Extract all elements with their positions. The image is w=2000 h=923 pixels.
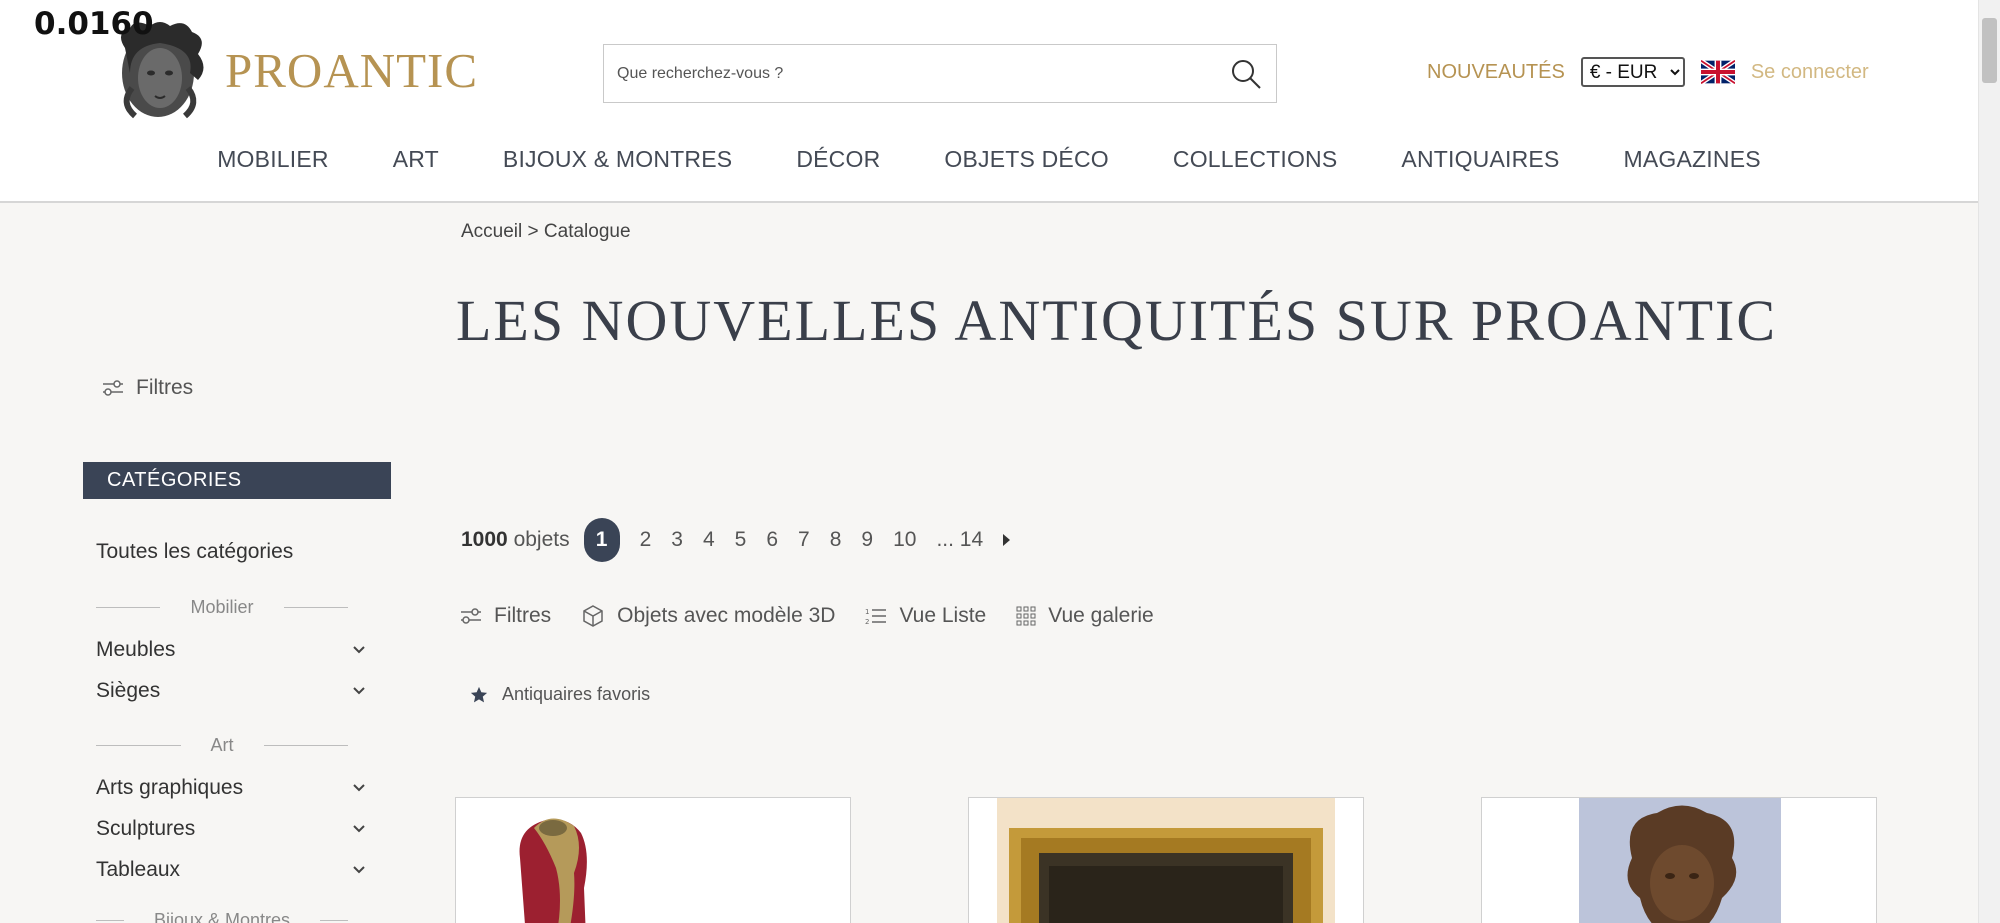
- page-link[interactable]: 9: [861, 528, 873, 552]
- scrollbar-thumb[interactable]: [1982, 18, 1997, 83]
- product-card[interactable]: [455, 797, 851, 923]
- favorite-dealers-label: Antiquaires favoris: [502, 684, 651, 704]
- category-group-label: Mobilier: [190, 597, 254, 617]
- nav-item-objets-deco[interactable]: OBJETS DÉCO: [912, 146, 1141, 173]
- category-label: Tableaux: [96, 858, 181, 881]
- all-categories-link[interactable]: Toutes les catégories: [96, 540, 293, 564]
- header-actions: NOUVEAUTÉS € - EUR Se connecter: [1427, 57, 1869, 87]
- page-link[interactable]: 5: [735, 528, 747, 552]
- product-card[interactable]: [1481, 797, 1877, 923]
- chevron-down-icon[interactable]: [352, 783, 366, 793]
- category-group-bijoux: Bijoux & Montres: [96, 910, 348, 923]
- category-sculptures[interactable]: Sculptures: [96, 817, 366, 841]
- page-link[interactable]: 3: [671, 528, 683, 552]
- toolbar-list-view-button[interactable]: 1 2 Vue Liste: [865, 604, 986, 628]
- nav-item-collections[interactable]: COLLECTIONS: [1141, 146, 1370, 173]
- pagination: 1000 objets 1 2 3 4 5 6 7 8 9 10 ... 14: [461, 518, 1011, 562]
- search-icon[interactable]: [1216, 45, 1276, 102]
- page-link[interactable]: 8: [830, 528, 842, 552]
- login-link[interactable]: Se connecter: [1751, 61, 1869, 84]
- product-card[interactable]: [968, 797, 1364, 923]
- chevron-down-icon[interactable]: [352, 686, 366, 696]
- category-arts-graphiques[interactable]: Arts graphiques: [96, 776, 366, 800]
- object-count-label: objets: [513, 528, 570, 551]
- page-1-current[interactable]: 1: [583, 518, 620, 562]
- category-group-art: Art: [96, 735, 349, 756]
- page-link[interactable]: 7: [798, 528, 810, 552]
- toolbar-list-view-label: Vue Liste: [899, 604, 987, 627]
- nav-item-magazines[interactable]: MAGAZINES: [1592, 146, 1793, 173]
- product-image: [997, 798, 1335, 923]
- svg-text:1: 1: [865, 608, 869, 616]
- nav-item-art[interactable]: ART: [361, 146, 471, 173]
- list-view-icon: 1 2: [865, 608, 887, 626]
- nav-item-decor[interactable]: DÉCOR: [764, 146, 912, 173]
- category-label: Sièges: [96, 679, 161, 702]
- nouveautes-link[interactable]: NOUVEAUTÉS: [1427, 61, 1565, 84]
- category-label: Arts graphiques: [96, 776, 244, 799]
- page-title: LES NOUVELLES ANTIQUITÉS SUR PROANTIC: [456, 288, 1777, 353]
- site-header: PROANTIC NOUVEAUTÉS € - EUR Se connecter…: [0, 0, 1978, 203]
- category-group-label: Art: [210, 735, 234, 755]
- product-image: [1579, 798, 1781, 923]
- category-group-label: Bijoux & Montres: [153, 910, 291, 923]
- page-link[interactable]: 10: [893, 528, 916, 552]
- currency-select[interactable]: € - EUR: [1580, 57, 1685, 87]
- category-group-mobilier: Mobilier: [96, 597, 348, 618]
- categories-header: CATÉGORIES: [83, 462, 391, 499]
- page-link[interactable]: 2: [640, 528, 652, 552]
- category-sieges[interactable]: Sièges: [96, 679, 366, 703]
- toolbar-filters-button[interactable]: Filtres: [460, 604, 551, 628]
- cube-3d-icon: [583, 605, 603, 627]
- logo[interactable]: PROANTIC: [110, 18, 478, 122]
- nav-item-bijoux-montres[interactable]: BIJOUX & MONTRES: [471, 146, 764, 173]
- main-nav: MOBILIER ART BIJOUX & MONTRES DÉCOR OBJE…: [0, 146, 1978, 173]
- grid-view-icon: [1016, 606, 1036, 626]
- toolbar-gallery-view-label: Vue galerie: [1048, 604, 1154, 627]
- filter-sliders-icon: [103, 380, 123, 396]
- product-image: [519, 818, 587, 923]
- chevron-down-icon[interactable]: [352, 824, 366, 834]
- star-icon: [470, 686, 488, 702]
- logo-text: PROANTIC: [225, 42, 479, 98]
- uk-flag-icon[interactable]: [1700, 60, 1735, 84]
- category-label: Sculptures: [96, 817, 196, 840]
- debug-value: 0.0160: [34, 6, 154, 42]
- breadcrumb[interactable]: Accueil > Catalogue: [461, 221, 631, 243]
- toolbar-3d-objects-label: Objets avec modèle 3D: [617, 604, 836, 627]
- next-page-icon[interactable]: [1001, 533, 1011, 547]
- object-count: 1000 objets: [461, 528, 570, 552]
- toolbar-filters-label: Filtres: [494, 604, 552, 627]
- svg-text:2: 2: [865, 618, 869, 626]
- toolbar-3d-objects-button[interactable]: Objets avec modèle 3D: [581, 604, 835, 628]
- page-link[interactable]: 4: [703, 528, 715, 552]
- toolbar-gallery-view-button[interactable]: Vue galerie: [1016, 604, 1154, 628]
- chevron-down-icon[interactable]: [352, 645, 366, 655]
- object-count-number: 1000: [461, 528, 508, 551]
- favorite-dealers-toggle[interactable]: Antiquaires favoris: [470, 684, 650, 705]
- view-toolbar: Filtres Objets avec modèle 3D 1 2 Vue Li…: [460, 604, 1184, 628]
- search-bar: [603, 44, 1277, 103]
- filter-sliders-icon: [461, 608, 481, 624]
- category-tableaux[interactable]: Tableaux: [96, 858, 366, 882]
- page-link[interactable]: 6: [766, 528, 778, 552]
- sidebar-filters-button[interactable]: Filtres: [102, 376, 193, 400]
- category-label: Meubles: [96, 638, 176, 661]
- scrollbar[interactable]: [1978, 0, 2000, 923]
- page-link-last[interactable]: ... 14: [936, 528, 983, 552]
- search-input[interactable]: [604, 45, 1216, 102]
- chevron-down-icon[interactable]: [352, 865, 366, 875]
- category-meubles[interactable]: Meubles: [96, 638, 366, 662]
- nav-item-antiquaires[interactable]: ANTIQUAIRES: [1369, 146, 1591, 173]
- nav-item-mobilier[interactable]: MOBILIER: [185, 146, 361, 173]
- sidebar-filters-label: Filtres: [136, 376, 194, 399]
